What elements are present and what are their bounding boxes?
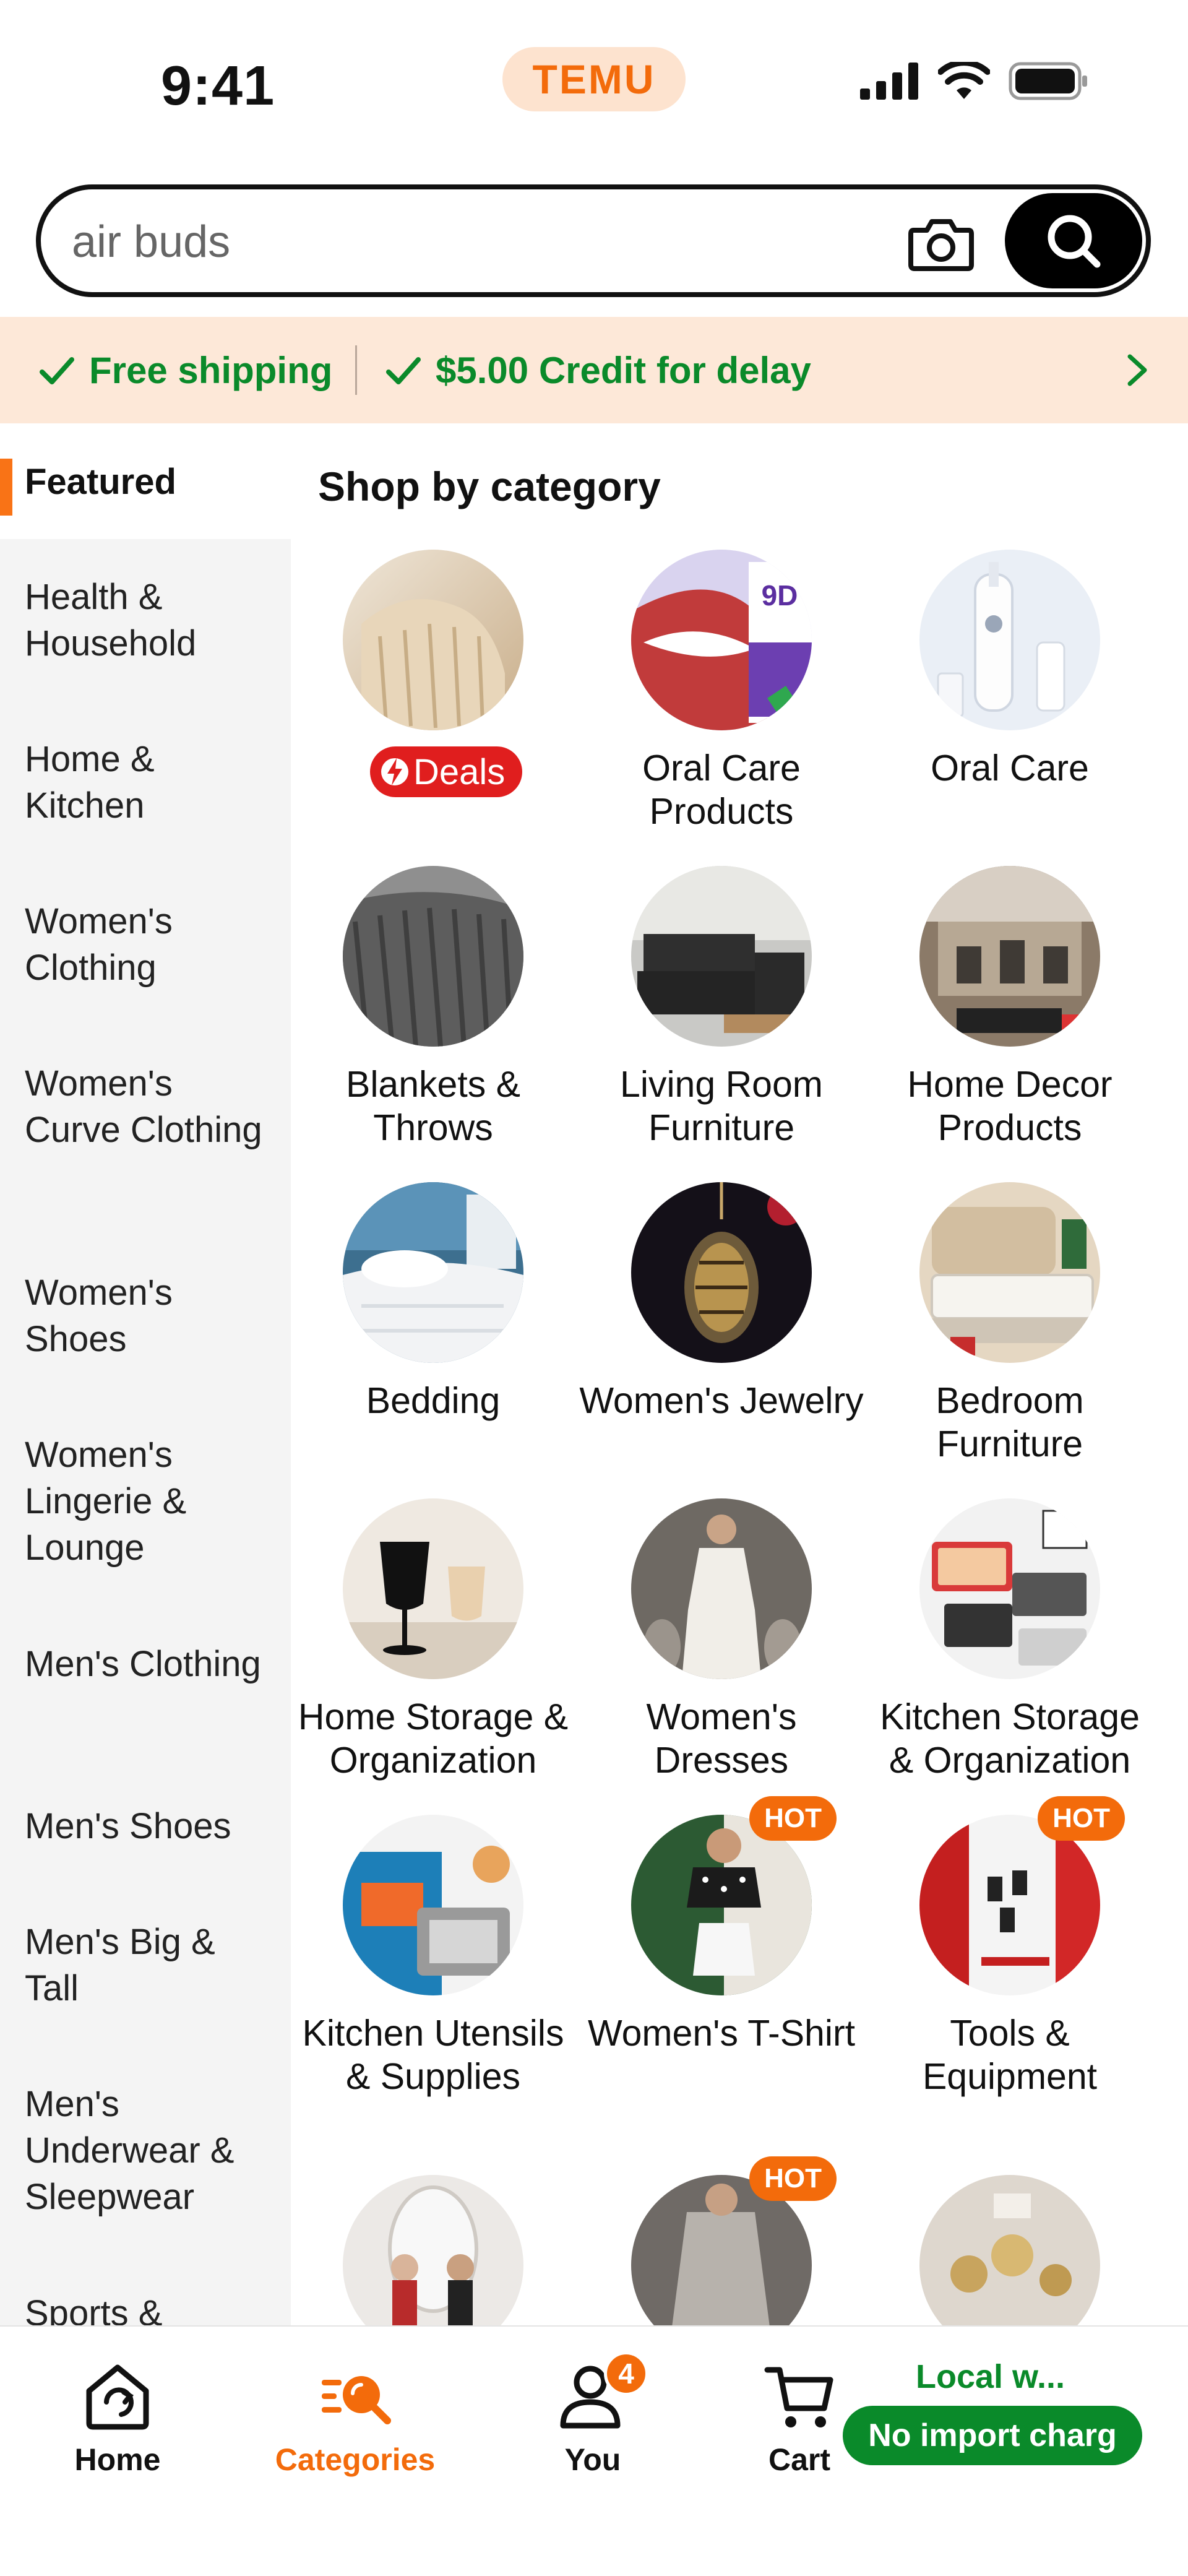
promo-banner[interactable]: Free shipping $5.00 Credit for delay (0, 317, 1188, 423)
sidebar-item-womens-curve-clothing[interactable]: Women's Curve Clothing (25, 1060, 272, 1153)
search-bar[interactable] (36, 184, 1151, 297)
category-label: Women's Jewelry (579, 1380, 864, 1421)
teeth-whitening-image: 9D (631, 550, 812, 730)
category-label: Home Storage & Organization (298, 1696, 569, 1781)
category-label: Tools & Equipment (922, 2013, 1098, 2097)
bottom-nav[interactable]: Home Categories 4 You Cart Local w... No… (0, 2325, 1188, 2576)
free-shipping-label: Free shipping (89, 350, 333, 391)
nav-you-label: You (564, 2442, 621, 2477)
status-time: 9:41 (161, 55, 275, 117)
sidebar-item-health-household[interactable]: Health & Household (25, 574, 272, 667)
page-title: Shop by category (318, 464, 661, 509)
sidebar-item-womens-clothing[interactable]: Women's Clothing (25, 898, 272, 991)
mattress-image (919, 1182, 1100, 1363)
categories-icon (322, 2376, 391, 2424)
containers-image (919, 1498, 1100, 1679)
signal-icon (860, 63, 918, 100)
active-indicator (0, 459, 12, 516)
notification-badge: 4 (604, 2351, 648, 2396)
category-label: Women's Dresses (646, 1696, 797, 1781)
hot-badge: HOT (749, 2156, 837, 2201)
svg-text:9D: 9D (762, 579, 798, 612)
deals-label: Deals (413, 751, 506, 792)
wine-glass-image (343, 1498, 523, 1679)
search-input[interactable] (72, 208, 876, 276)
brand-logo: TEMU (502, 47, 686, 111)
gym-room-image (919, 866, 1100, 1047)
cart-icon (764, 2367, 833, 2427)
chevron-right-icon[interactable] (1125, 353, 1150, 387)
hot-badge: HOT (1038, 1796, 1125, 1841)
category-label: Blankets & Throws (345, 1064, 521, 1148)
search-button[interactable] (1005, 193, 1142, 288)
sidebar-item-womens-lingerie[interactable]: Women's Lingerie & Lounge (25, 1432, 272, 1571)
grey-blanket-image (343, 866, 523, 1047)
water-flosser-image (919, 550, 1100, 730)
tshirt-model-image (631, 1815, 812, 1995)
category-label: Kitchen Storage & Organization (880, 1696, 1140, 1781)
camera-icon[interactable] (907, 215, 975, 271)
category-label: Bedding (366, 1380, 501, 1421)
sidebar-item-label: Featured (25, 462, 176, 502)
free-shipping-promo: Free shipping (38, 349, 332, 392)
search-icon (1048, 215, 1101, 268)
category-label: Oral Care (931, 748, 1089, 789)
pendant-image (631, 1182, 812, 1363)
category-label: Kitchen Utensils & Supplies (302, 2013, 564, 2097)
blender-image (343, 1815, 523, 1995)
category-label: Home Decor Products (907, 1064, 1113, 1148)
tools-image (919, 1815, 1100, 1995)
sidebar-item-mens-big-tall[interactable]: Men's Big & Tall (25, 1919, 272, 2012)
wifi-icon (938, 62, 990, 99)
sidebar-item-womens-shoes[interactable]: Women's Shoes (25, 1269, 272, 1362)
nav-categories[interactable]: Categories (262, 2359, 448, 2478)
category-label: Living Room Furniture (620, 1064, 823, 1148)
sidebar-item-sports[interactable]: Sports & (25, 2290, 272, 2325)
sofa-image (631, 866, 812, 1047)
nav-home-label: Home (74, 2442, 161, 2477)
hot-badge: HOT (749, 1796, 837, 1841)
ornaments-image (919, 2175, 1100, 2325)
no-import-charge-pill[interactable]: No import charg (843, 2406, 1142, 2465)
category-label: Women's T-Shirt (587, 2013, 856, 2054)
nav-home[interactable]: Home (25, 2359, 210, 2478)
status-icons (860, 62, 1089, 100)
lightning-icon (381, 758, 408, 785)
deals-badge[interactable]: Deals (370, 746, 523, 797)
credit-promo: $5.00 Credit for delay (385, 349, 811, 392)
check-icon (386, 357, 421, 384)
category-label: Oral Care Products (642, 748, 801, 832)
category-sidebar[interactable]: Featured Health & Household Home & Kitch… (0, 436, 291, 2325)
sidebar-item-mens-underwear[interactable]: Men's Underwear & Sleepwear (25, 2081, 272, 2220)
status-bar: 9:41 TEMU (0, 0, 1188, 173)
sidebar-item-mens-shoes[interactable]: Men's Shoes (25, 1803, 272, 1849)
white-dress-image (631, 1498, 812, 1679)
check-icon (40, 357, 74, 384)
mirror-image (343, 2175, 523, 2325)
home-icon (86, 2364, 149, 2430)
blanket-image (343, 550, 523, 730)
battery-icon (1009, 62, 1087, 100)
category-label: Bedroom Furniture (936, 1380, 1084, 1464)
white-bedding-image (343, 1182, 523, 1363)
sidebar-item-home-kitchen[interactable]: Home & Kitchen (25, 736, 272, 829)
promo-divider (355, 345, 357, 395)
sidebar-item-featured[interactable]: Featured (0, 436, 291, 539)
nav-categories-label: Categories (275, 2442, 436, 2477)
credit-label: $5.00 Credit for delay (436, 350, 811, 391)
local-warehouse-title[interactable]: Local w... (916, 2358, 1065, 2396)
category-grid[interactable]: Deals 9D Oral Care Products Oral Care Bl… (291, 532, 1188, 2325)
sidebar-item-mens-clothing[interactable]: Men's Clothing (25, 1641, 272, 1687)
nav-you[interactable]: 4 You (500, 2351, 686, 2478)
